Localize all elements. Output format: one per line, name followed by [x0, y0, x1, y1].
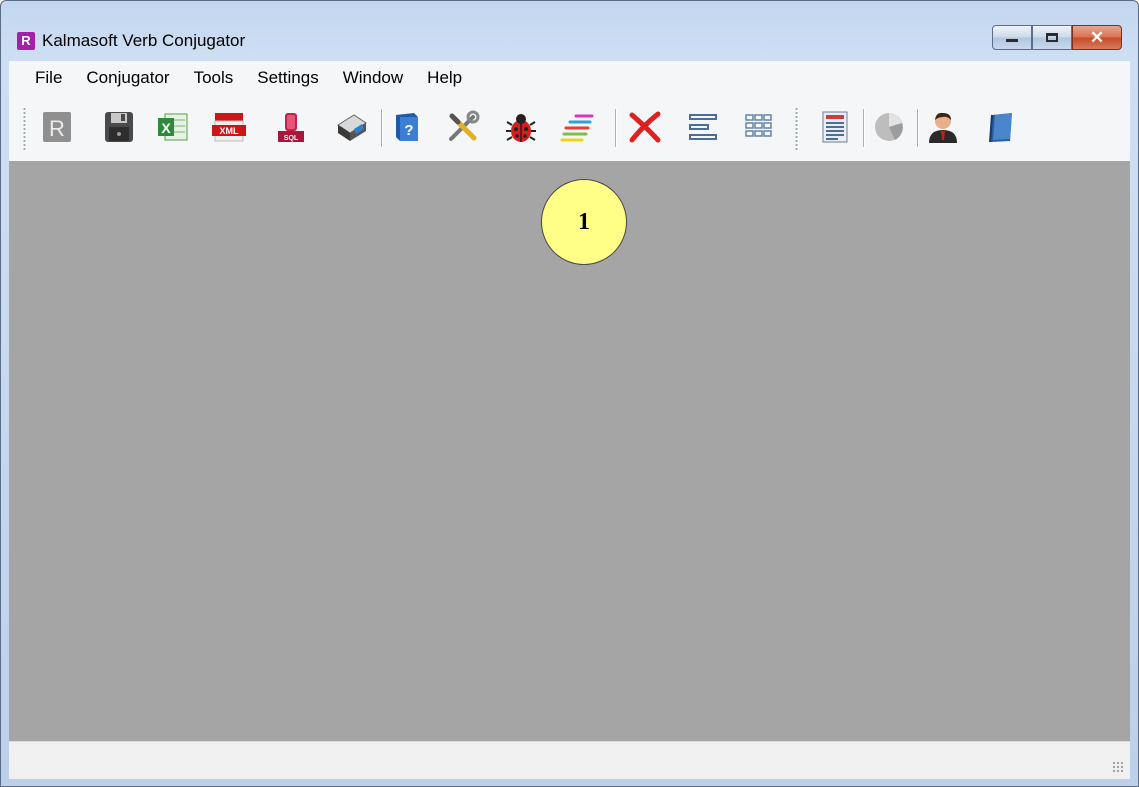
- excel-export-icon: X: [158, 113, 188, 141]
- minimize-button[interactable]: [992, 25, 1032, 50]
- toolbar-grip[interactable]: [23, 107, 26, 151]
- align-left-icon: [689, 114, 717, 140]
- resize-grip-icon[interactable]: [1112, 761, 1124, 773]
- toolbar-grip[interactable]: [795, 107, 798, 151]
- grid-view-button[interactable]: [741, 109, 777, 145]
- tools-button[interactable]: [445, 109, 481, 145]
- grid-view-icon: [745, 114, 772, 137]
- menu-bar: File Conjugator Tools Settings Window He…: [9, 61, 1130, 95]
- r-logo-icon: R: [43, 112, 71, 142]
- app-icon[interactable]: R: [17, 32, 35, 50]
- book-button[interactable]: [983, 109, 1019, 145]
- excel-export-button[interactable]: X: [155, 109, 191, 145]
- annotation-marker: 1: [541, 179, 627, 265]
- print-icon: [337, 114, 367, 141]
- xml-export-button[interactable]: XML: [211, 109, 247, 145]
- menu-tools[interactable]: Tools: [184, 61, 248, 95]
- main-window: R Kalmasoft Verb Conjugator ✕ File Conju…: [0, 0, 1139, 787]
- svg-text:XML: XML: [220, 126, 240, 136]
- user-button[interactable]: [925, 109, 961, 145]
- status-bar: [9, 741, 1130, 779]
- svg-text:SQL: SQL: [284, 135, 299, 142]
- maximize-icon: [1046, 33, 1058, 42]
- minimize-icon: [1006, 39, 1018, 42]
- save-floppy-icon: [105, 112, 133, 142]
- user-icon: [929, 112, 957, 143]
- toolbar: R X XML SQL ?: [9, 95, 1130, 161]
- bug-report-icon: [506, 114, 536, 142]
- save-button[interactable]: [101, 109, 137, 145]
- pie-chart-icon: [875, 113, 903, 141]
- svg-text:R: R: [49, 116, 65, 141]
- r-logo-button[interactable]: R: [39, 109, 75, 145]
- close-button[interactable]: ✕: [1072, 25, 1122, 50]
- print-button[interactable]: [333, 109, 369, 145]
- close-icon: ✕: [1089, 27, 1105, 47]
- maximize-button[interactable]: [1032, 25, 1072, 50]
- xml-export-icon: XML: [212, 113, 246, 142]
- sql-export-icon: SQL: [278, 113, 304, 142]
- delete-button[interactable]: [627, 109, 663, 145]
- caption-buttons: ✕: [992, 25, 1122, 53]
- book-icon: [989, 113, 1012, 143]
- delete-x-icon: [629, 111, 661, 143]
- toolbar-separator: [917, 109, 919, 147]
- menu-settings[interactable]: Settings: [247, 61, 332, 95]
- help-button[interactable]: ?: [389, 109, 425, 145]
- title-bar[interactable]: R Kalmasoft Verb Conjugator ✕: [1, 1, 1138, 57]
- sql-export-button[interactable]: SQL: [273, 109, 309, 145]
- menu-conjugator[interactable]: Conjugator: [76, 61, 183, 95]
- report-button[interactable]: [817, 109, 853, 145]
- menu-file[interactable]: File: [9, 61, 76, 95]
- bug-report-button[interactable]: [503, 109, 539, 145]
- toolbar-separator: [863, 109, 865, 147]
- svg-text:X: X: [161, 120, 171, 136]
- color-lines-button[interactable]: [559, 109, 595, 145]
- svg-text:?: ?: [404, 122, 413, 139]
- pie-chart-button[interactable]: [871, 109, 907, 145]
- align-left-button[interactable]: [685, 109, 721, 145]
- help-book-icon: ?: [396, 113, 418, 141]
- menu-help[interactable]: Help: [417, 61, 476, 95]
- toolbar-separator: [381, 109, 383, 147]
- toolbar-separator: [615, 109, 617, 147]
- color-lines-icon: [560, 114, 594, 142]
- tools-icon: [449, 110, 480, 141]
- window-title: Kalmasoft Verb Conjugator: [42, 31, 246, 50]
- menu-window[interactable]: Window: [333, 61, 417, 95]
- report-icon: [822, 111, 848, 143]
